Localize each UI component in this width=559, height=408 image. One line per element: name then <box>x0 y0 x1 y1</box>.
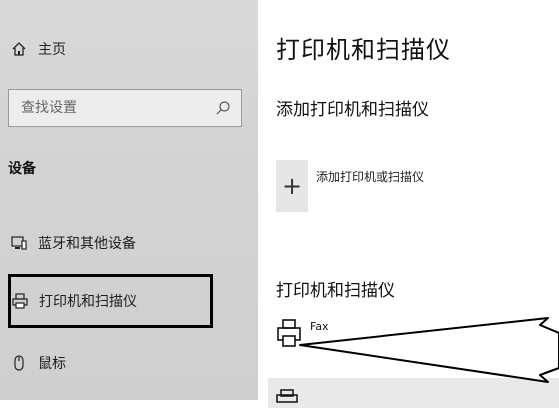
search-input[interactable] <box>19 99 203 117</box>
sidebar-item-label: 鼠标 <box>38 356 66 372</box>
sidebar-item-bluetooth[interactable]: 蓝牙和其他设备 <box>8 216 213 270</box>
device-name: Fax <box>310 320 329 333</box>
mouse-icon <box>10 354 28 372</box>
sidebar-item-mouse[interactable]: 鼠标 <box>8 336 213 390</box>
search-box[interactable] <box>8 89 242 127</box>
search-icon[interactable] <box>215 100 231 116</box>
main-panel: 打印机和扫描仪 添加打印机和扫描仪 + 添加打印机或扫描仪 打印机和扫描仪 Fa… <box>258 0 559 408</box>
sidebar-item-label: 打印机和扫描仪 <box>39 294 137 310</box>
sidebar-item-label: 蓝牙和其他设备 <box>38 236 136 252</box>
sidebar: 主页 设备 蓝牙和其他设备 打印机和扫 <box>0 0 258 400</box>
add-printer-label: 添加打印机或扫描仪 <box>316 170 425 184</box>
sidebar-item-home[interactable]: 主页 <box>10 37 66 61</box>
printer-icon <box>276 318 302 352</box>
printers-list-title: 打印机和扫描仪 <box>276 281 395 301</box>
add-printer-button[interactable]: + 添加打印机或扫描仪 <box>276 160 424 212</box>
list-item-partial[interactable] <box>268 378 559 408</box>
bluetooth-devices-icon <box>10 234 28 252</box>
section-title: 设备 <box>8 161 36 177</box>
home-icon <box>10 40 28 58</box>
page-title: 打印机和扫描仪 <box>276 36 451 64</box>
add-section-title: 添加打印机和扫描仪 <box>276 100 429 120</box>
sidebar-item-label: 主页 <box>38 42 66 58</box>
sidebar-item-printers[interactable]: 打印机和扫描仪 <box>8 274 213 328</box>
printer-icon <box>11 292 29 310</box>
list-item[interactable]: Fax <box>276 318 329 352</box>
plus-icon[interactable]: + <box>276 160 308 212</box>
